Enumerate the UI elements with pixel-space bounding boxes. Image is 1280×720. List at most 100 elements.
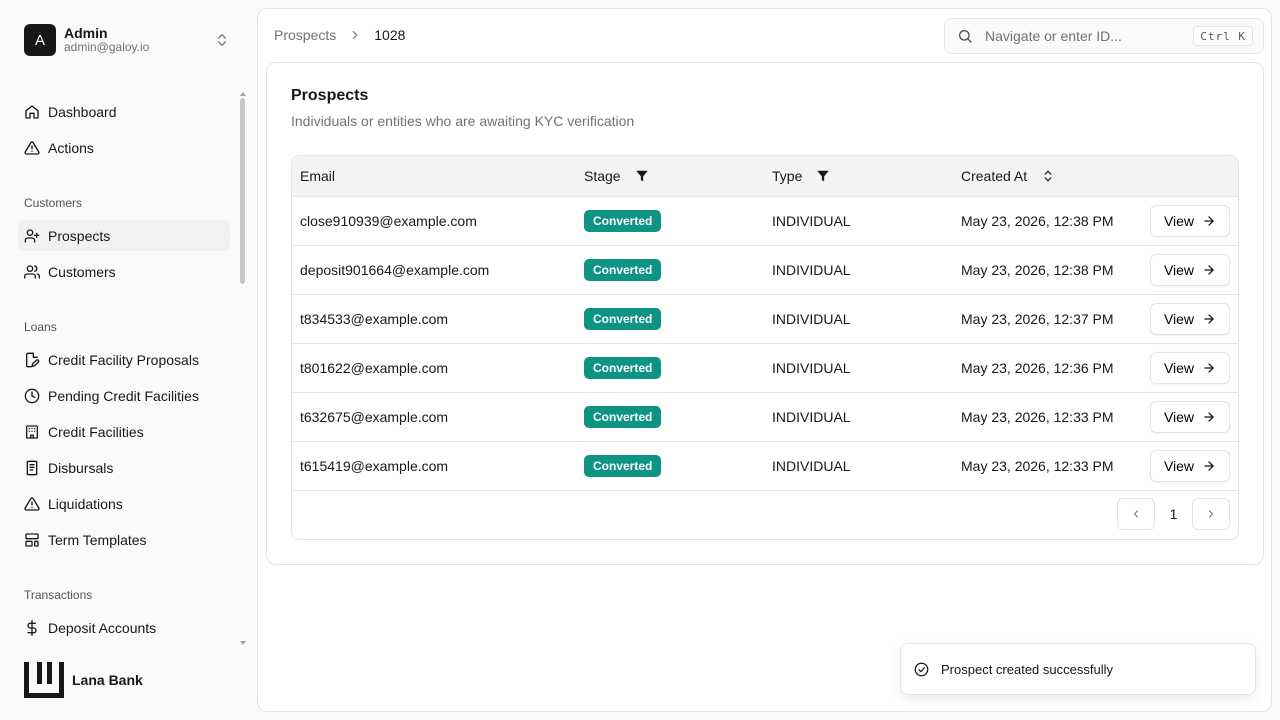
view-button-label: View [1163, 213, 1195, 229]
cell-created: May 23, 2026, 12:37 PM [961, 311, 1114, 327]
chevron-right-icon [1208, 510, 1214, 518]
search-input[interactable] [985, 28, 1185, 44]
cell-type: INDIVIDUAL [772, 262, 851, 278]
lana-bank-logo-icon [24, 662, 64, 698]
sort-icon[interactable] [1041, 169, 1055, 183]
brand-logo: Lana Bank [24, 662, 143, 698]
cell-created: May 23, 2026, 12:38 PM [961, 213, 1114, 229]
sidebar-item-label: Deposit Accounts [48, 619, 157, 636]
view-button-label: View [1163, 262, 1195, 278]
cell-stage: Converted [584, 393, 662, 441]
toast-message: Prospect created successfully [941, 661, 1113, 677]
arrow-right-icon [1204, 265, 1214, 275]
sidebar-item-term-templates[interactable]: Term Templates [18, 524, 230, 555]
sidebar-item-label: Credit Facilities [48, 423, 144, 440]
sidebar-item-pending-credit-facilities[interactable]: Pending Credit Facilities [18, 380, 230, 411]
view-button-label: View [1163, 458, 1195, 474]
toast-notification: Prospect created successfully [900, 643, 1256, 695]
arrow-right-icon [1204, 412, 1214, 422]
search-icon [959, 30, 972, 43]
sidebar-item-actions[interactable]: Actions [18, 132, 230, 163]
search-box[interactable]: Ctrl K [944, 18, 1264, 54]
cell-created: May 23, 2026, 12:33 PM [961, 409, 1114, 425]
file-edit-icon [26, 352, 40, 367]
sidebar-item-label: Term Templates [48, 531, 147, 548]
sidebar-item-label: Credit Facility Proposals [48, 351, 199, 368]
sidebar-item-customers[interactable]: Customers [18, 256, 230, 287]
users-icon [24, 264, 40, 279]
card-subtitle: Individuals or entities who are awaiting… [291, 113, 635, 129]
sidebar-item-credit-facility-proposals[interactable]: Credit Facility Proposals [18, 344, 230, 375]
view-button[interactable]: View [1150, 352, 1230, 384]
prev-page-button[interactable] [1117, 498, 1155, 530]
view-button[interactable]: View [1150, 303, 1230, 335]
cell-email: t632675@example.com [300, 409, 449, 425]
cell-type: INDIVIDUAL [772, 458, 851, 474]
sidebar-item-label: Disbursals [48, 459, 114, 476]
cell-email: deposit901664@example.com [300, 262, 490, 278]
arrow-right-icon [1204, 314, 1214, 324]
bank-icon [26, 424, 38, 439]
sidebar-item-credit-facilities[interactable]: Credit Facilities [18, 416, 230, 447]
nav-section-title: Loans [24, 320, 57, 334]
sidebar-item-deposit-accounts[interactable]: Deposit Accounts [18, 612, 230, 643]
table-row: t834533@example.com Converted INDIVIDUAL… [292, 295, 1238, 344]
table-row: deposit901664@example.com Converted INDI… [292, 246, 1238, 295]
cell-created: May 23, 2026, 12:38 PM [961, 262, 1114, 278]
chevron-left-icon [1133, 510, 1139, 518]
cell-created: May 23, 2026, 12:36 PM [961, 360, 1114, 376]
sidebar-nav[interactable]: Dashboard Actions Customers Prospects Cu… [0, 92, 248, 652]
view-button[interactable]: View [1150, 205, 1230, 237]
header-created-at[interactable]: Created At [961, 156, 1055, 196]
breadcrumb-current: 1028 [374, 27, 406, 43]
cell-email: t801622@example.com [300, 360, 449, 376]
header-created-label: Created At [961, 168, 1028, 184]
current-page[interactable]: 1 [1155, 506, 1192, 522]
user-switcher[interactable]: A Admin admin@galoy.io [24, 24, 236, 56]
cell-email: t834533@example.com [300, 311, 449, 327]
breadcrumb-parent[interactable]: Prospects [274, 27, 336, 43]
cell-stage: Converted [584, 246, 662, 294]
clock-icon [24, 388, 40, 403]
sidebar-item-label: Customers [48, 263, 116, 280]
arrow-right-icon [1204, 461, 1214, 471]
cell-stage: Converted [584, 344, 662, 392]
filter-icon[interactable] [816, 169, 830, 183]
breadcrumb: Prospects 1028 [274, 27, 405, 43]
header-stage: Stage [584, 156, 649, 196]
sidebar-item-label: Actions [48, 139, 94, 156]
view-button[interactable]: View [1150, 401, 1230, 433]
filter-icon[interactable] [635, 169, 649, 183]
view-button[interactable]: View [1150, 254, 1230, 286]
sidebar-item-dashboard[interactable]: Dashboard [18, 96, 230, 127]
scroll-down-arrow-icon[interactable] [239, 640, 247, 646]
pagination: 1 [1117, 498, 1230, 530]
cell-stage: Converted [584, 442, 662, 490]
dollar-icon [27, 619, 37, 636]
cell-created: May 23, 2026, 12:33 PM [961, 458, 1114, 474]
sidebar-item-label: Prospects [48, 227, 111, 244]
sidebar-item-disbursals[interactable]: Disbursals [18, 452, 230, 483]
scroll-up-arrow-icon[interactable] [239, 91, 247, 97]
sidebar-item-liquidations[interactable]: Liquidations [18, 488, 230, 519]
cell-type: INDIVIDUAL [772, 360, 851, 376]
sidebar-scrollbar[interactable] [240, 98, 245, 284]
header-type: Type [772, 156, 830, 196]
cell-email: close910939@example.com [300, 213, 477, 229]
check-circle-icon [914, 662, 929, 676]
home-icon [25, 104, 39, 119]
status-badge: Converted [584, 259, 662, 281]
view-button[interactable]: View [1150, 450, 1230, 482]
header-email: Email [300, 156, 335, 196]
table-body: close910939@example.com Converted INDIVI… [292, 197, 1238, 491]
avatar: A [24, 24, 56, 56]
view-button-label: View [1163, 409, 1195, 425]
cell-type: INDIVIDUAL [772, 311, 851, 327]
status-badge: Converted [584, 406, 662, 428]
next-page-button[interactable] [1192, 498, 1230, 530]
sidebar-item-label: Pending Credit Facilities [48, 387, 199, 404]
sidebar: A Admin admin@galoy.io Dashboard Actions… [0, 0, 256, 720]
sidebar-item-prospects[interactable]: Prospects [18, 220, 230, 251]
nav-section-title: Customers [24, 196, 83, 210]
table-header: Email Stage Type Created At [292, 156, 1238, 197]
